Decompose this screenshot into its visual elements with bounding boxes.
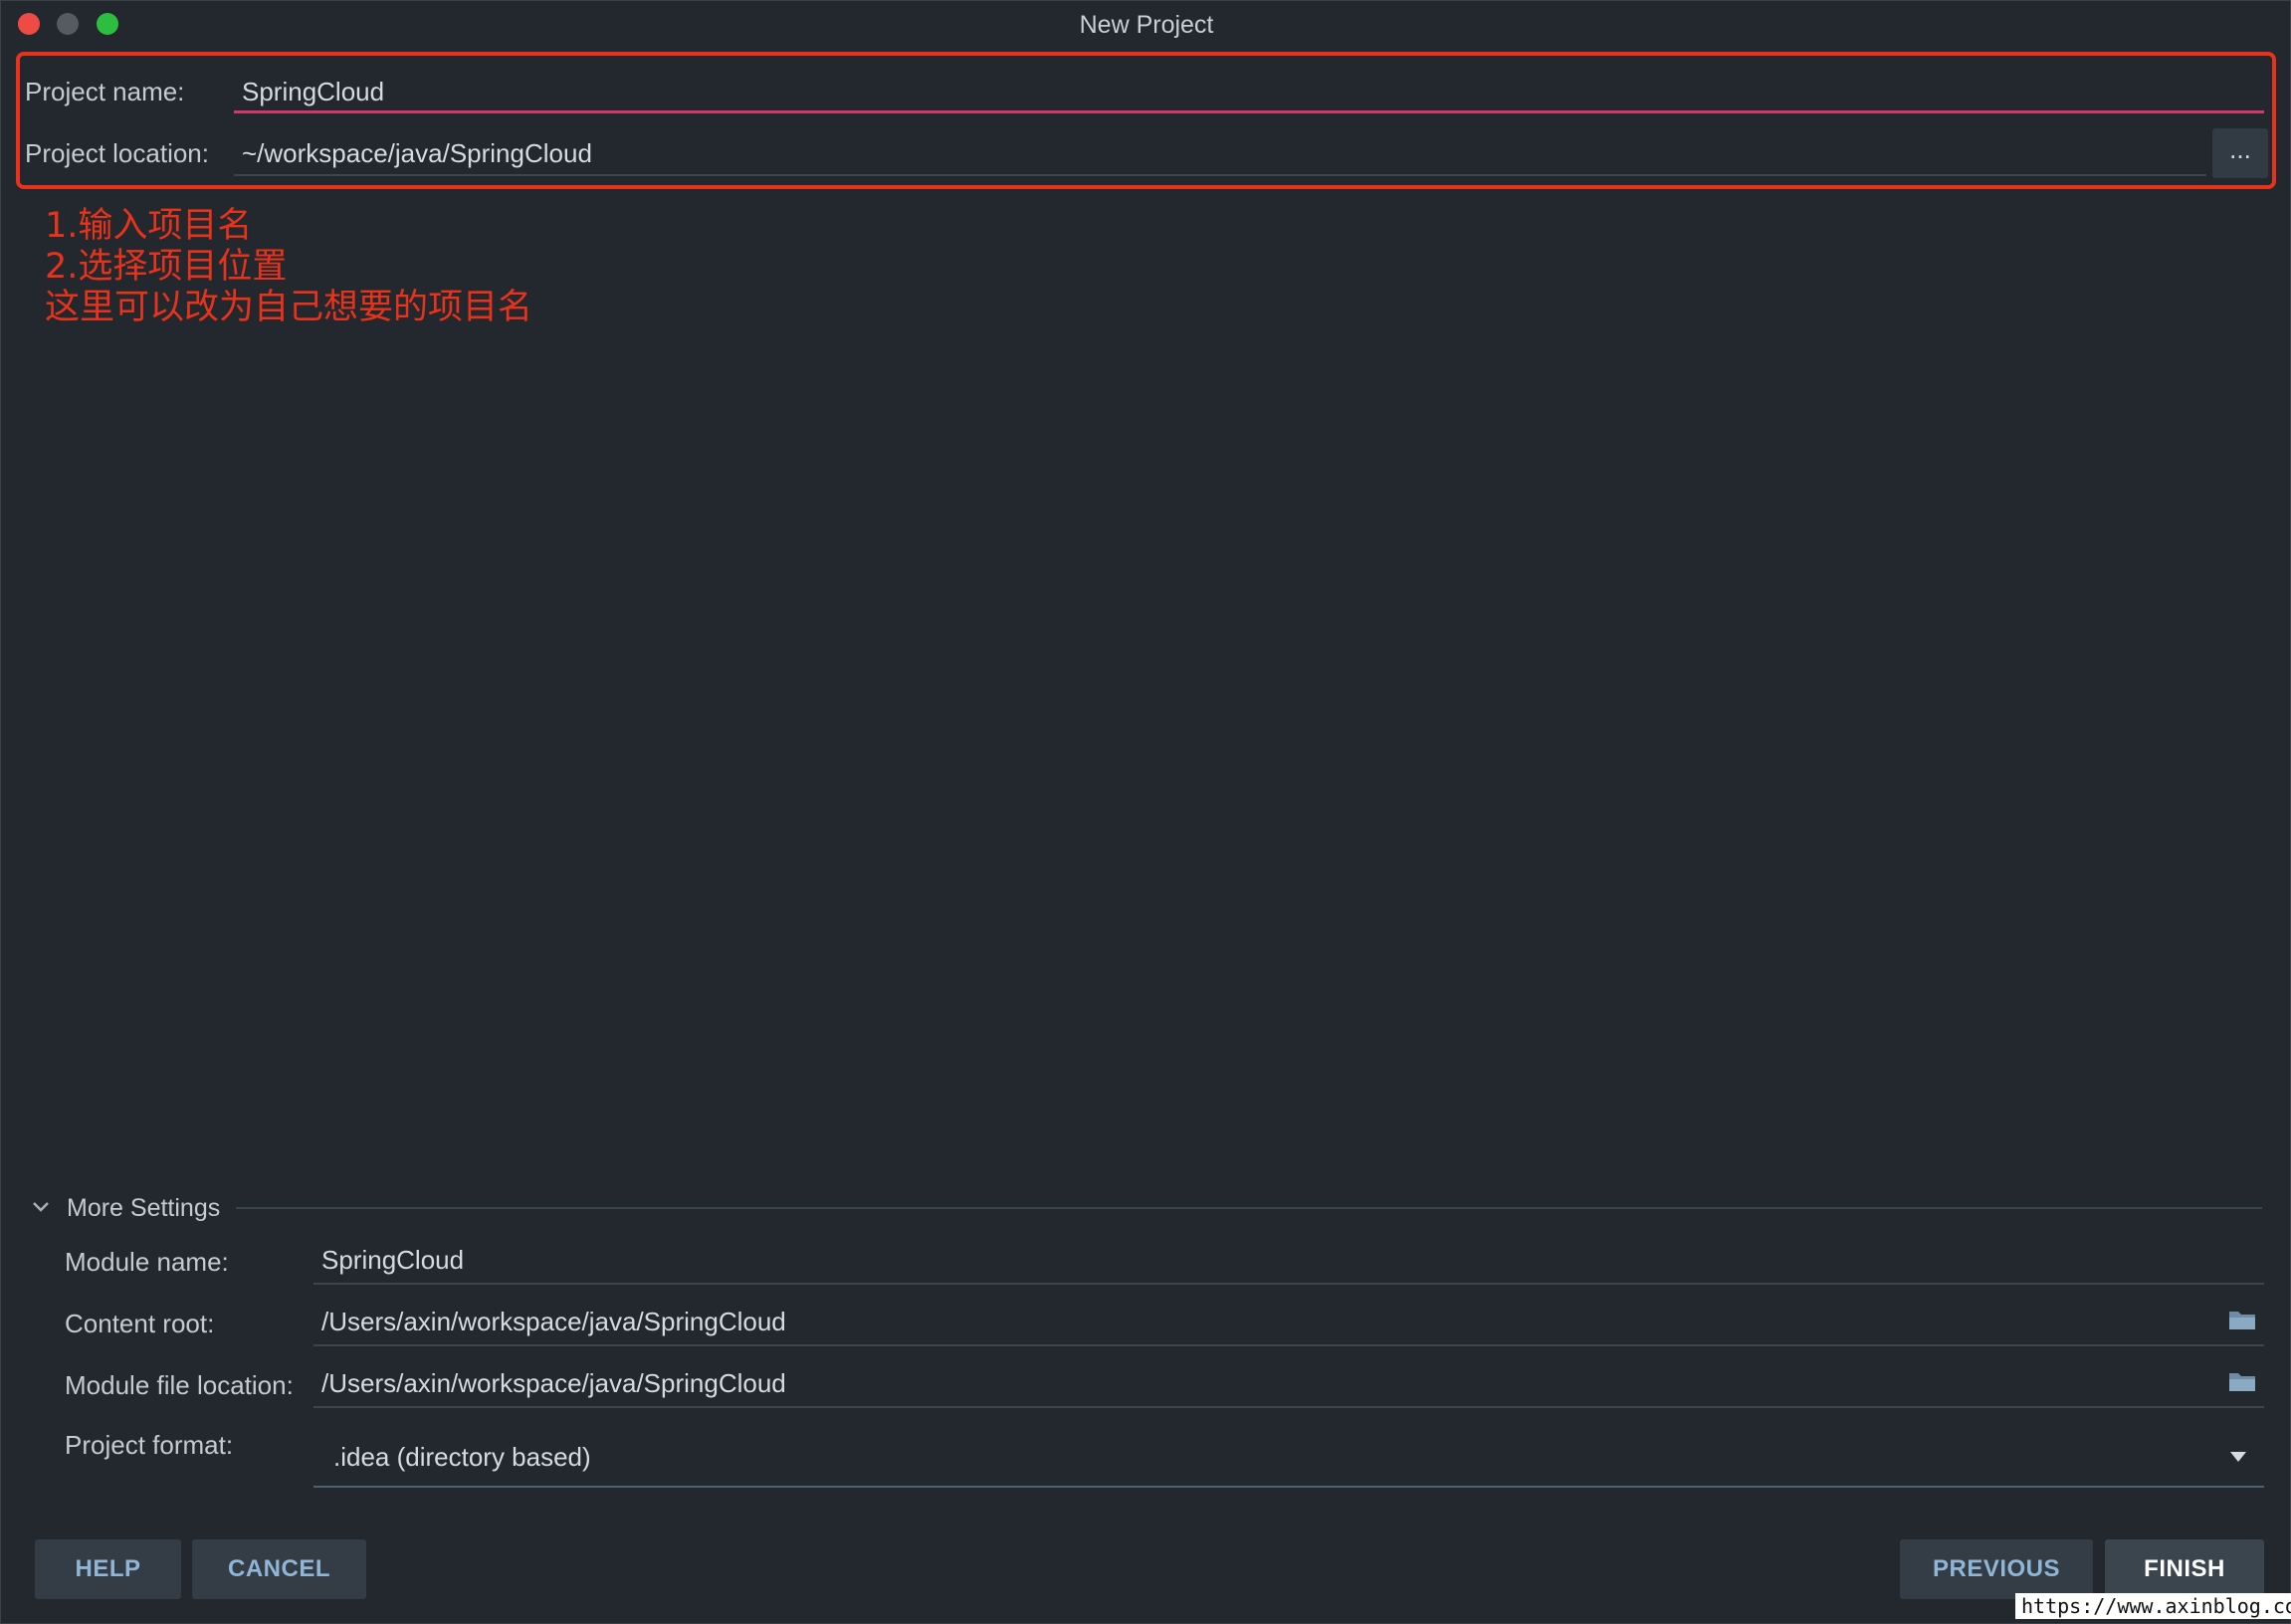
annotation-note: 1.输入项目名 2.选择项目位置 这里可以改为自己想要的项目名	[45, 206, 532, 328]
cancel-button[interactable]: CANCEL	[192, 1539, 366, 1599]
help-button[interactable]: HELP	[35, 1539, 181, 1599]
module-name-input[interactable]: SpringCloud	[321, 1245, 464, 1276]
content-root-label: Content root:	[65, 1309, 215, 1338]
module-file-location-input[interactable]: /Users/axin/workspace/java/SpringCloud	[321, 1368, 786, 1399]
content-root-input[interactable]: /Users/axin/workspace/java/SpringCloud	[321, 1307, 786, 1337]
annotation-line-2: 2.选择项目位置	[45, 247, 288, 287]
watermark: https://www.axinblog.com	[2015, 1593, 2291, 1619]
project-format-underline	[313, 1486, 2264, 1488]
content-root-underline	[313, 1344, 2264, 1346]
more-settings-separator	[236, 1207, 2262, 1209]
chevron-down-icon[interactable]	[31, 1199, 51, 1215]
module-file-location-underline	[313, 1406, 2264, 1408]
annotation-line-1: 1.输入项目名	[45, 206, 253, 246]
module-name-underline	[313, 1283, 2264, 1285]
project-format-select[interactable]: .idea (directory based)	[333, 1442, 591, 1473]
module-name-label: Module name:	[65, 1247, 229, 1277]
annotation-highlight-frame	[16, 52, 2276, 189]
dropdown-arrow-icon[interactable]	[2228, 1450, 2248, 1464]
new-project-dialog: New Project Project name: SpringCloud Pr…	[0, 0, 2291, 1624]
finish-button[interactable]: FINISH	[2105, 1539, 2264, 1599]
folder-icon[interactable]	[2228, 1370, 2256, 1392]
previous-button[interactable]: PREVIOUS	[1900, 1539, 2093, 1599]
module-file-location-label: Module file location:	[65, 1370, 294, 1400]
annotation-line-3: 这里可以改为自己想要的项目名	[45, 288, 533, 327]
folder-icon[interactable]	[2228, 1309, 2256, 1330]
project-format-label: Project format:	[65, 1430, 234, 1460]
title-bar: New Project	[1, 1, 2291, 47]
more-settings-toggle[interactable]: More Settings	[67, 1194, 220, 1223]
window-title: New Project	[1079, 11, 1214, 39]
